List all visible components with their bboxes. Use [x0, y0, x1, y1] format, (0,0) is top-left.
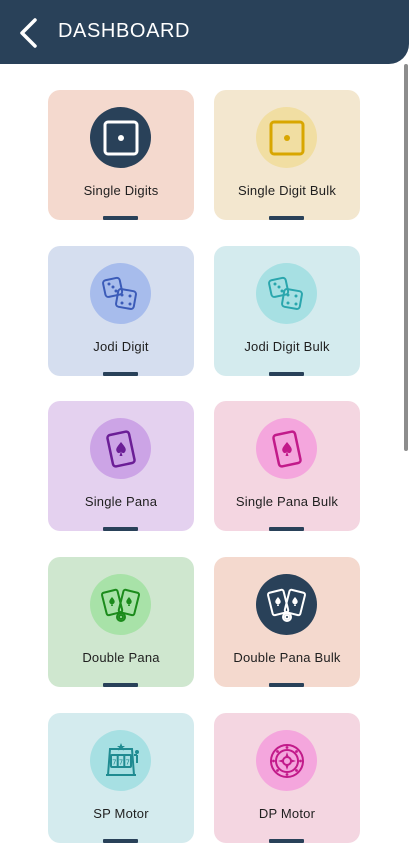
spade-card-pink-icon — [271, 429, 302, 468]
card-underline — [269, 839, 304, 843]
app-header: DASHBOARD — [0, 0, 409, 64]
card-double-pana[interactable]: Double Pana — [48, 557, 194, 687]
icon-circle — [90, 418, 151, 479]
card-jodi-digit-bulk[interactable]: Jodi Digit Bulk — [214, 246, 360, 376]
svg-text:7: 7 — [125, 758, 129, 766]
card-single-digit-bulk[interactable]: Single Digit Bulk — [214, 90, 360, 220]
dice-pair-blue-icon — [101, 276, 137, 310]
two-cards-green-icon — [100, 588, 140, 622]
icon-circle: 7 7 7 — [90, 730, 151, 791]
card-underline — [103, 527, 138, 531]
icon-circle — [90, 263, 151, 324]
card-underline — [103, 216, 138, 220]
card-double-pana-bulk[interactable]: Double Pana Bulk — [214, 557, 360, 687]
roulette-wheel-icon — [269, 743, 304, 778]
dice-pair-teal-icon — [267, 276, 303, 310]
die-one-gold-icon — [269, 120, 304, 155]
card-label: Single Pana — [84, 494, 158, 509]
icon-circle — [90, 107, 151, 168]
scrollbar[interactable] — [404, 64, 408, 451]
card-single-pana[interactable]: Single Pana — [48, 401, 194, 531]
card-underline — [269, 372, 304, 376]
svg-text:7: 7 — [112, 758, 116, 766]
card-label: DP Motor — [258, 806, 316, 821]
card-label: Double Pana Bulk — [233, 650, 341, 665]
die-one-dark-icon — [103, 120, 138, 155]
card-dp-motor[interactable]: DP Motor — [214, 713, 360, 843]
page-title: DASHBOARD — [58, 20, 191, 42]
spade-card-purple-icon — [105, 429, 136, 468]
icon-circle — [256, 263, 317, 324]
card-underline — [103, 839, 138, 843]
slot-machine-icon: 7 7 7 — [105, 742, 139, 776]
card-label: Double Pana — [82, 650, 160, 665]
icon-circle — [256, 107, 317, 168]
card-underline — [269, 683, 304, 687]
card-label: Single Digit Bulk — [237, 183, 337, 198]
card-label: Single Pana Bulk — [235, 494, 339, 509]
icon-circle — [256, 418, 317, 479]
card-sp-motor[interactable]: 7 7 7 SP Motor — [48, 713, 194, 843]
chevron-left-icon — [20, 18, 37, 48]
card-label: Jodi Digit Bulk — [244, 339, 330, 354]
back-button[interactable] — [14, 16, 42, 50]
card-single-digits[interactable]: Single Digits — [48, 90, 194, 220]
two-cards-dark-icon — [266, 588, 306, 622]
card-underline — [103, 683, 138, 687]
card-underline — [269, 527, 304, 531]
card-jodi-digit[interactable]: Jodi Digit — [48, 246, 194, 376]
card-underline — [103, 372, 138, 376]
card-label: Jodi Digit — [93, 339, 149, 354]
icon-circle — [256, 574, 317, 635]
icon-circle — [256, 730, 317, 791]
card-underline — [269, 216, 304, 220]
card-single-pana-bulk[interactable]: Single Pana Bulk — [214, 401, 360, 531]
card-label: Single Digits — [83, 183, 159, 198]
card-label: SP Motor — [93, 806, 149, 821]
svg-text:7: 7 — [118, 758, 122, 766]
icon-circle — [90, 574, 151, 635]
